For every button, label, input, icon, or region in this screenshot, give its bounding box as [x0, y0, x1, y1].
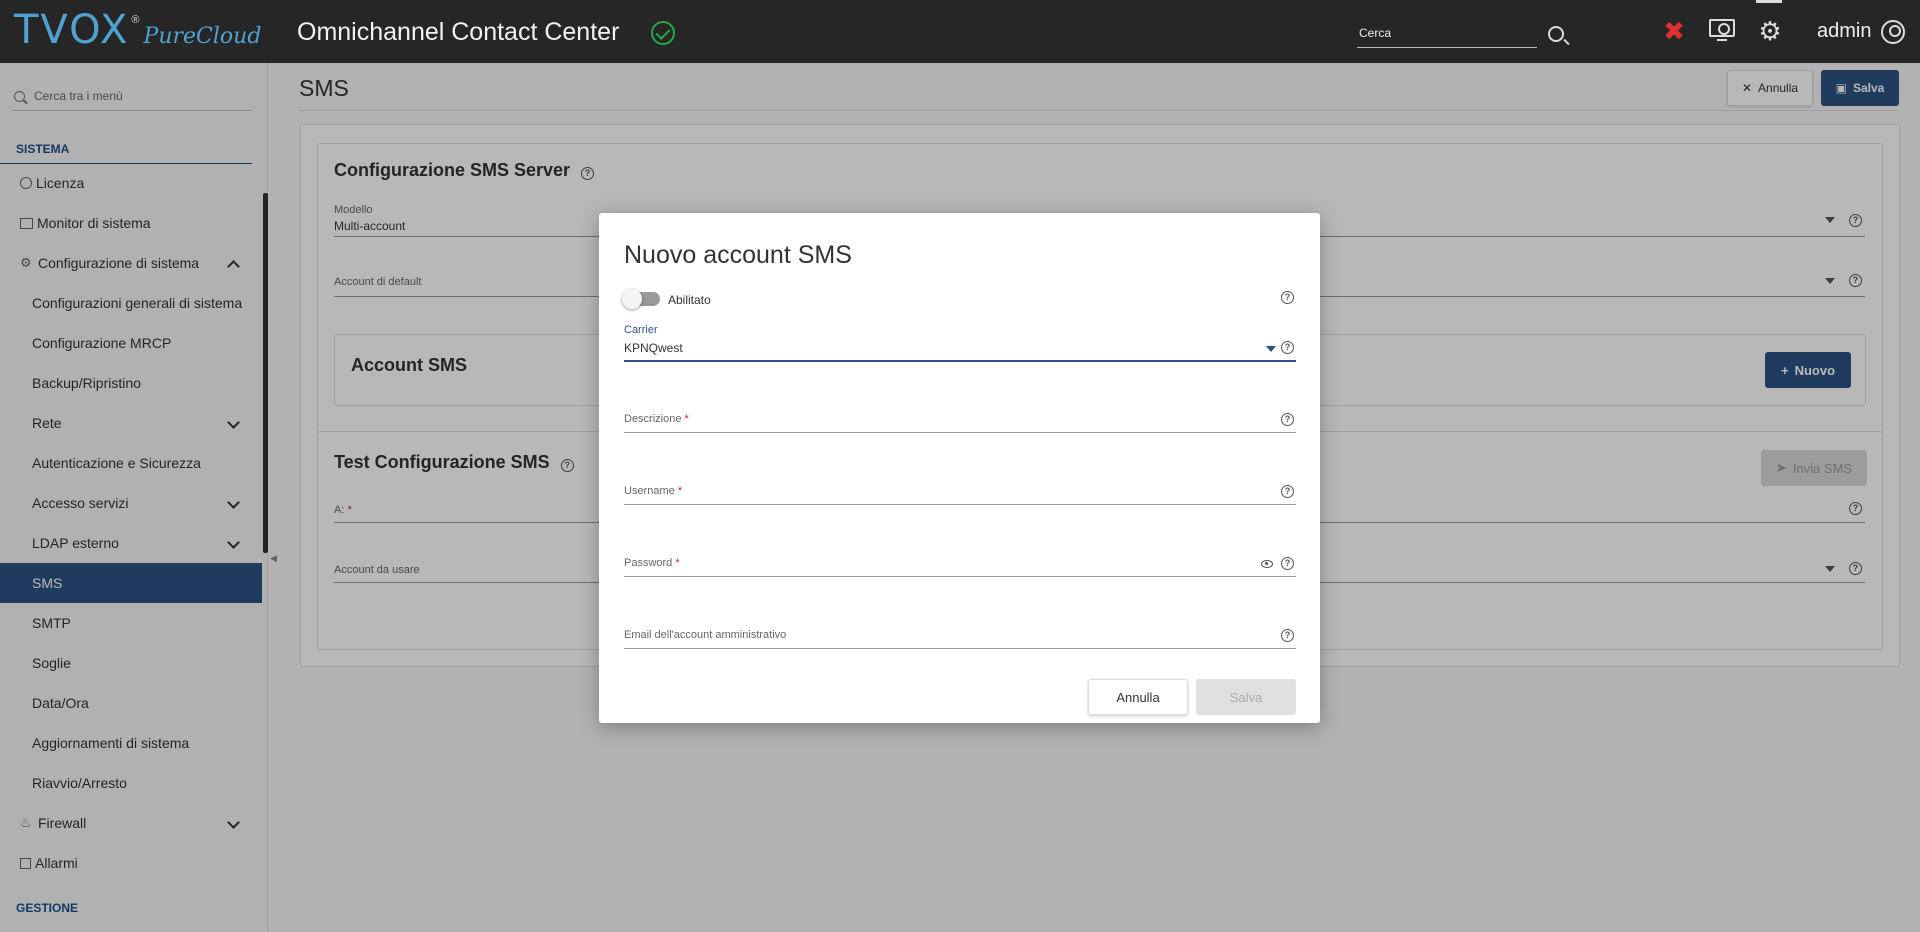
search-icon[interactable]	[1548, 26, 1564, 42]
app-title: Omnichannel Contact Center	[297, 18, 620, 46]
eye-icon[interactable]	[1261, 560, 1273, 568]
tvox-logo: TVOX ® PureCloud	[14, 8, 261, 56]
active-indicator	[1756, 0, 1782, 3]
global-search-input[interactable]: Cerca	[1357, 22, 1537, 48]
carrier-underline	[624, 360, 1296, 362]
gear-icon[interactable]: ⚙	[1756, 17, 1784, 45]
dialog-title: Nuovo account SMS	[624, 241, 852, 269]
email-admin-input[interactable]	[624, 648, 1296, 649]
descrizione-label-text: Descrizione	[624, 413, 682, 425]
abilitato-label: Abilitato	[668, 293, 711, 307]
username-input[interactable]	[624, 504, 1296, 505]
carrier-label: Carrier	[624, 324, 658, 336]
carrier-select[interactable]: KPNQwest	[624, 341, 683, 355]
logo-registered: ®	[131, 14, 140, 26]
password-label: Password *	[624, 557, 680, 569]
help-icon[interactable]: ?	[1281, 485, 1294, 498]
username-label: Username *	[624, 485, 682, 497]
dialog-annulla-button[interactable]: Annulla	[1088, 679, 1188, 715]
help-icon[interactable]: ?	[1281, 291, 1294, 304]
email-admin-label: Email dell'account amministrativo	[624, 629, 787, 641]
logo-subtitle: PureCloud	[143, 24, 262, 49]
user-name[interactable]: admin	[1817, 20, 1871, 43]
help-icon[interactable]: ?	[1281, 629, 1294, 642]
user-avatar-icon[interactable]	[1881, 20, 1905, 44]
required-mark: *	[675, 557, 680, 569]
username-label-text: Username	[624, 485, 675, 497]
status-ok-icon	[651, 21, 675, 45]
dialog-salva-button[interactable]: Salva	[1196, 679, 1296, 715]
password-input[interactable]	[624, 576, 1296, 577]
logo-text: TVOX	[14, 7, 130, 53]
help-icon[interactable]: ?	[1281, 341, 1294, 354]
required-mark: *	[684, 413, 689, 425]
descrizione-input[interactable]	[624, 432, 1296, 433]
top-bar: TVOX ® PureCloud Omnichannel Contact Cen…	[0, 0, 1920, 63]
monitor-icon[interactable]	[1708, 17, 1736, 45]
dropdown-caret-icon[interactable]	[1266, 346, 1276, 352]
descrizione-label: Descrizione *	[624, 413, 689, 425]
required-mark: *	[677, 485, 683, 497]
nuovo-account-sms-dialog: Nuovo account SMS Abilitato ? Carrier KP…	[599, 213, 1320, 723]
help-icon[interactable]: ?	[1281, 413, 1294, 426]
help-icon[interactable]: ?	[1281, 557, 1294, 570]
tools-alert-icon[interactable]: ✖	[1660, 17, 1688, 45]
abilitato-toggle[interactable]	[622, 289, 660, 309]
password-label-text: Password	[624, 557, 673, 569]
